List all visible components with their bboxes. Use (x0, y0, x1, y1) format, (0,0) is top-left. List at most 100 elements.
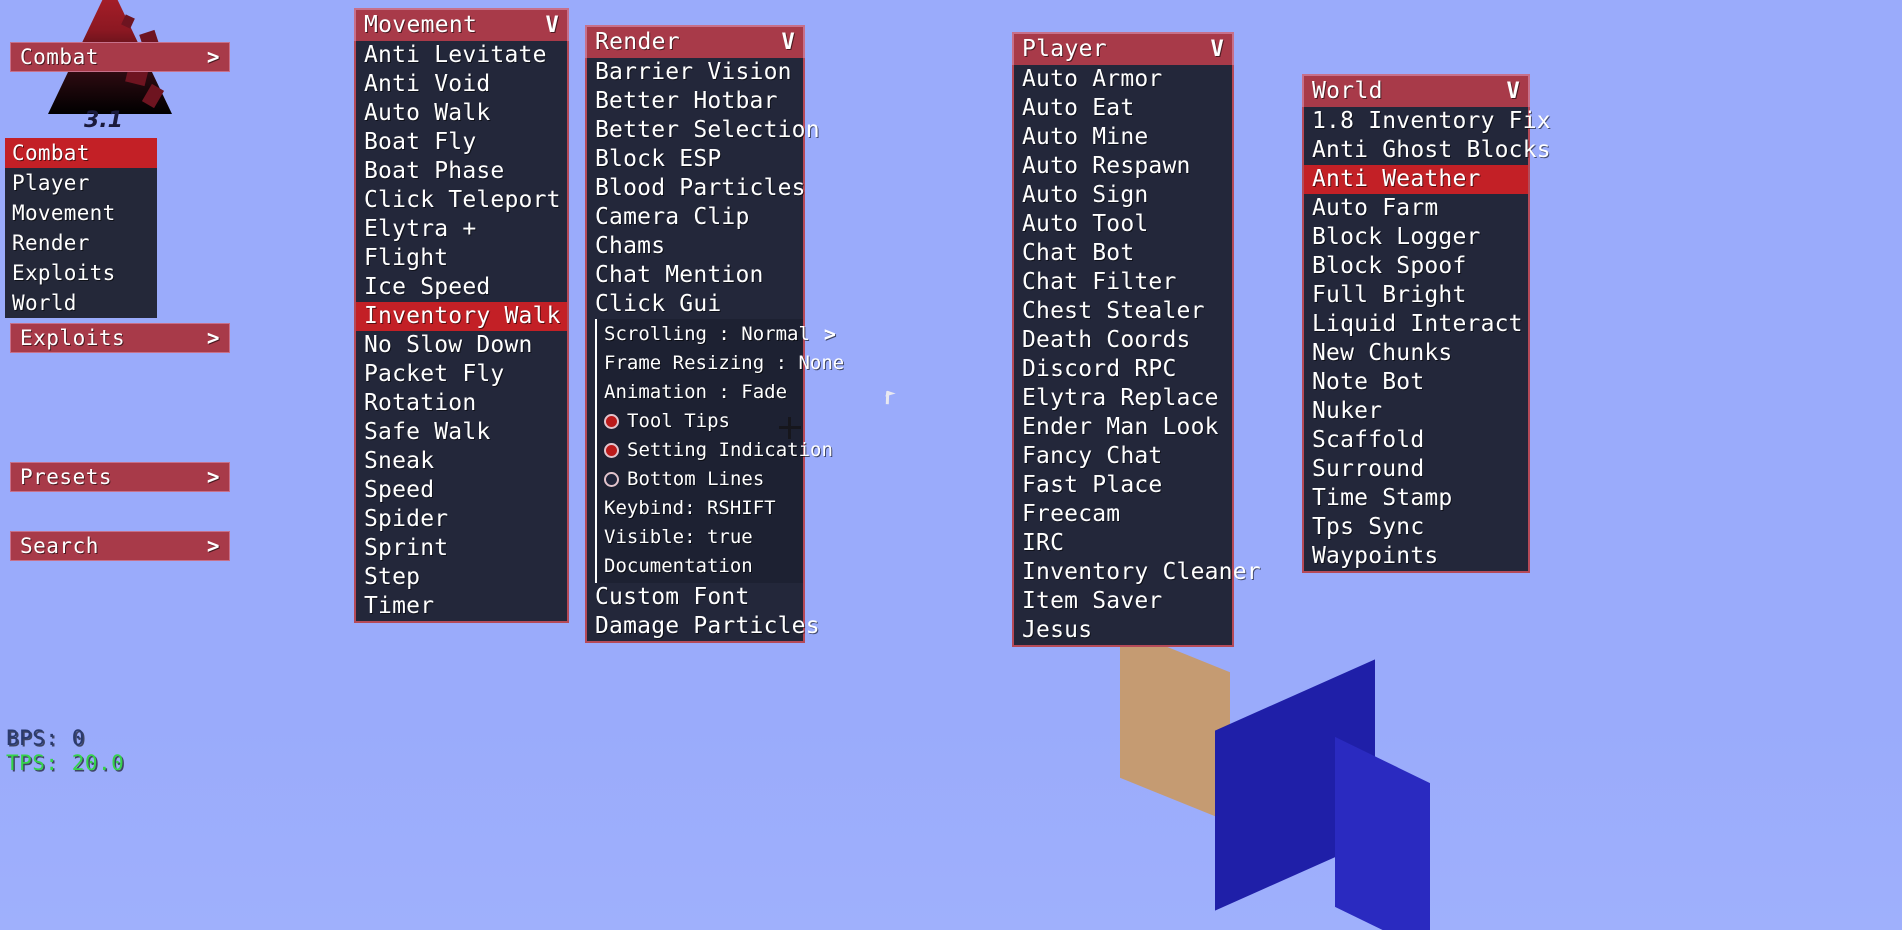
module-elytra-plus[interactable]: Elytra + (356, 215, 567, 244)
module-tps-sync[interactable]: Tps Sync (1304, 513, 1528, 542)
module-timer[interactable]: Timer (356, 592, 567, 621)
module-irc[interactable]: IRC (1014, 529, 1232, 558)
module-anti-weather[interactable]: Anti Weather (1304, 165, 1528, 194)
combat-category-button[interactable]: Combat > (10, 42, 230, 72)
category-item-player[interactable]: Player (5, 168, 157, 198)
module-custom-font[interactable]: Custom Font (587, 583, 803, 612)
module-speed[interactable]: Speed (356, 476, 567, 505)
module-auto-eat[interactable]: Auto Eat (1014, 94, 1232, 123)
module-scaffold[interactable]: Scaffold (1304, 426, 1528, 455)
module-sprint[interactable]: Sprint (356, 534, 567, 563)
radio-on-icon[interactable] (604, 443, 619, 458)
module-discord-rpc[interactable]: Discord RPC (1014, 355, 1232, 384)
category-item-exploits[interactable]: Exploits (5, 258, 157, 288)
setting-setting-indication[interactable]: Setting Indication (597, 436, 833, 465)
module-liquid-interact[interactable]: Liquid Interact (1304, 310, 1528, 339)
module-barrier-vision[interactable]: Barrier Vision (587, 58, 803, 87)
module-spider[interactable]: Spider (356, 505, 567, 534)
module-block-logger[interactable]: Block Logger (1304, 223, 1528, 252)
module-note-bot[interactable]: Note Bot (1304, 368, 1528, 397)
presets-label: Presets (20, 465, 113, 489)
module-auto-mine[interactable]: Auto Mine (1014, 123, 1232, 152)
module-anti-ghost-blocks[interactable]: Anti Ghost Blocks (1304, 136, 1551, 165)
category-item-combat[interactable]: Combat (5, 138, 157, 168)
module-inventory-cleaner[interactable]: Inventory Cleaner (1014, 558, 1261, 587)
setting-bottom-lines[interactable]: Bottom Lines (597, 465, 803, 494)
search-button[interactable]: Search > (10, 531, 230, 561)
module-ice-speed[interactable]: Ice Speed (356, 273, 567, 302)
setting-setting-indication-label: Setting Indication (627, 439, 833, 461)
module-chat-mention[interactable]: Chat Mention (587, 261, 803, 290)
setting-animation[interactable]: Animation : Fade (597, 378, 803, 407)
module-block-spoof[interactable]: Block Spoof (1304, 252, 1528, 281)
setting-tool-tips[interactable]: Tool Tips (597, 407, 803, 436)
module-flight[interactable]: Flight (356, 244, 567, 273)
module-surround[interactable]: Surround (1304, 455, 1528, 484)
module-sneak[interactable]: Sneak (356, 447, 567, 476)
module-boat-phase[interactable]: Boat Phase (356, 157, 567, 186)
module-camera-clip[interactable]: Camera Clip (587, 203, 803, 232)
module-boat-fly[interactable]: Boat Fly (356, 128, 567, 157)
module-fancy-chat[interactable]: Fancy Chat (1014, 442, 1232, 471)
module-fast-place[interactable]: Fast Place (1014, 471, 1232, 500)
module-rotation[interactable]: Rotation (356, 389, 567, 418)
module-auto-walk[interactable]: Auto Walk (356, 99, 567, 128)
module-block-esp[interactable]: Block ESP (587, 145, 803, 174)
module-waypoints[interactable]: Waypoints (1304, 542, 1528, 571)
panel-movement: Movement V Anti Levitate Anti Void Auto … (354, 8, 569, 623)
module-anti-levitate[interactable]: Anti Levitate (356, 41, 567, 70)
module-ender-man-look[interactable]: Ender Man Look (1014, 413, 1232, 442)
category-item-world[interactable]: World (5, 288, 157, 318)
combat-category-label: Combat (20, 45, 99, 69)
setting-documentation[interactable]: Documentation (597, 552, 803, 581)
module-click-gui[interactable]: Click Gui (587, 290, 803, 319)
panel-world-header[interactable]: World V (1302, 74, 1530, 107)
presets-button[interactable]: Presets > (10, 462, 230, 492)
module-auto-tool[interactable]: Auto Tool (1014, 210, 1232, 239)
game-viewport: Inertia 3.1 Combat > Combat Player Movem… (0, 0, 1902, 930)
module-time-stamp[interactable]: Time Stamp (1304, 484, 1528, 513)
panel-render-header[interactable]: Render V (585, 25, 805, 58)
setting-scrolling[interactable]: Scrolling : Normal > (597, 320, 836, 349)
module-blood-particles[interactable]: Blood Particles (587, 174, 806, 203)
module-step[interactable]: Step (356, 563, 567, 592)
module-better-selection[interactable]: Better Selection (587, 116, 820, 145)
module-no-slow-down[interactable]: No Slow Down (356, 331, 567, 360)
module-nuker[interactable]: Nuker (1304, 397, 1528, 426)
module-chest-stealer[interactable]: Chest Stealer (1014, 297, 1232, 326)
category-dropdown[interactable]: Combat Player Movement Render Exploits W… (5, 138, 157, 318)
module-auto-armor[interactable]: Auto Armor (1014, 65, 1232, 94)
panel-player-header[interactable]: Player V (1012, 32, 1234, 65)
module-click-teleport[interactable]: Click Teleport (356, 186, 567, 215)
module-item-saver[interactable]: Item Saver (1014, 587, 1232, 616)
module-death-coords[interactable]: Death Coords (1014, 326, 1232, 355)
module-elytra-replace[interactable]: Elytra Replace (1014, 384, 1232, 413)
chevron-right-icon: > (206, 326, 220, 350)
module-freecam[interactable]: Freecam (1014, 500, 1232, 529)
module-auto-farm[interactable]: Auto Farm (1304, 194, 1528, 223)
setting-keybind[interactable]: Keybind: RSHIFT (597, 494, 803, 523)
module-chat-bot[interactable]: Chat Bot (1014, 239, 1232, 268)
module-new-chunks[interactable]: New Chunks (1304, 339, 1528, 368)
category-item-movement[interactable]: Movement (5, 198, 157, 228)
module-auto-sign[interactable]: Auto Sign (1014, 181, 1232, 210)
module-jesus[interactable]: Jesus (1014, 616, 1232, 645)
module-anti-void[interactable]: Anti Void (356, 70, 567, 99)
module-chams[interactable]: Chams (587, 232, 803, 261)
module-full-bright[interactable]: Full Bright (1304, 281, 1528, 310)
panel-movement-header[interactable]: Movement V (354, 8, 569, 41)
category-item-render[interactable]: Render (5, 228, 157, 258)
module-damage-particles[interactable]: Damage Particles (587, 612, 820, 641)
module-inventory-walk[interactable]: Inventory Walk (356, 302, 567, 331)
radio-on-icon[interactable] (604, 414, 619, 429)
module-better-hotbar[interactable]: Better Hotbar (587, 87, 803, 116)
setting-frame-resizing[interactable]: Frame Resizing : None (597, 349, 844, 378)
radio-off-icon[interactable] (604, 472, 619, 487)
exploits-category-button[interactable]: Exploits > (10, 323, 230, 353)
setting-visible[interactable]: Visible: true (597, 523, 803, 552)
module-auto-respawn[interactable]: Auto Respawn (1014, 152, 1232, 181)
module-18-inventory-fix[interactable]: 1.8 Inventory Fix (1304, 107, 1551, 136)
module-safe-walk[interactable]: Safe Walk (356, 418, 567, 447)
module-packet-fly[interactable]: Packet Fly (356, 360, 567, 389)
module-chat-filter[interactable]: Chat Filter (1014, 268, 1232, 297)
